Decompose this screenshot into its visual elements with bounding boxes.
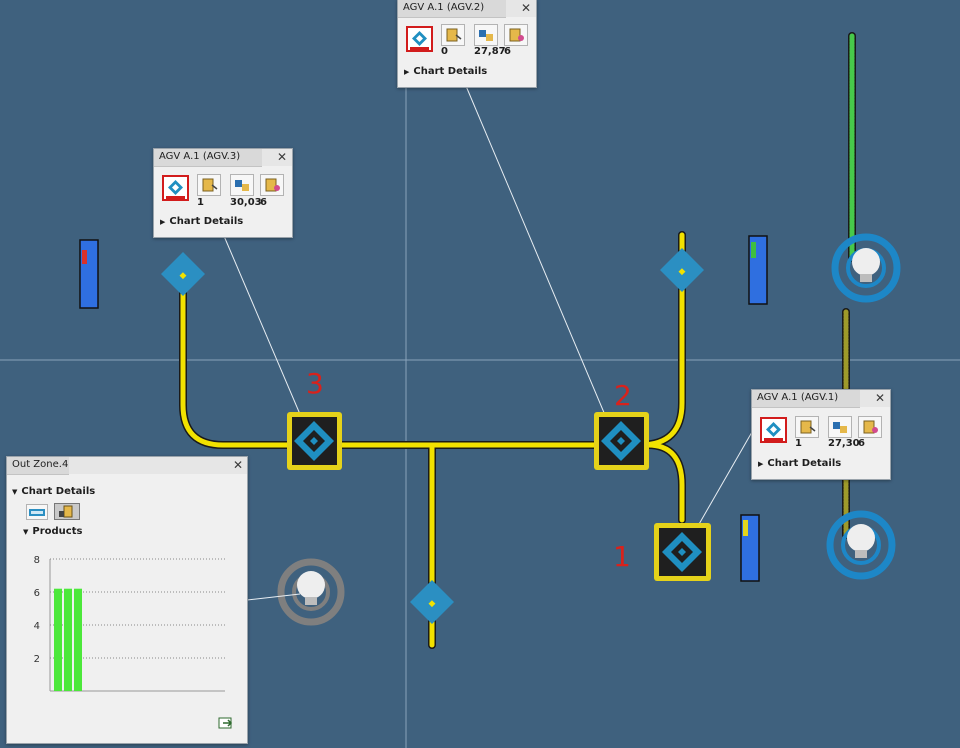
agv-state-icon[interactable] xyxy=(162,175,189,201)
loading-icon[interactable] xyxy=(197,174,221,196)
agv-vehicle-3[interactable] xyxy=(287,412,342,470)
station-right-top[interactable] xyxy=(748,235,768,305)
agv-speed-value: 30,03 xyxy=(230,197,262,208)
panel-tab[interactable]: Out Zone.4 xyxy=(7,457,69,475)
waypoint-diamond-left[interactable]: ◆ xyxy=(161,252,205,296)
transport-icon[interactable] xyxy=(230,174,254,196)
agv-speed-value: 27,87 xyxy=(474,46,506,57)
close-icon[interactable]: ✕ xyxy=(875,391,885,405)
chart-details-label: Chart Details xyxy=(169,216,244,227)
agv-speed-value: 27,30 xyxy=(828,438,860,449)
agv-info-panel-1[interactable]: AGV A.1 (AGV.1) ✕ 1 27,30 6 ▶ Chart Detai… xyxy=(751,389,891,480)
chart-details-label: Chart Details xyxy=(413,66,488,77)
panel-title: AGV A.1 (AGV.1) xyxy=(757,392,839,403)
unloading-icon[interactable] xyxy=(504,24,528,46)
svg-text:◆: ◆ xyxy=(429,599,436,609)
chart-details-toggle[interactable]: ▼ Chart Details xyxy=(12,486,95,497)
agv-status-value: 0 xyxy=(441,46,448,57)
chart-details-label: Chart Details xyxy=(21,486,96,497)
close-icon[interactable]: ✕ xyxy=(521,1,531,15)
close-icon[interactable]: ✕ xyxy=(277,150,287,164)
chart-details-label: Chart Details xyxy=(767,458,842,469)
agv-state-icon[interactable] xyxy=(406,26,433,52)
agv-status-value: 1 xyxy=(795,438,802,449)
agv-marker-label-1: 1 xyxy=(613,540,631,573)
chart-y-tick-label: 6 xyxy=(34,588,40,599)
chart-bar-1 xyxy=(54,588,62,691)
agv-vehicle-2[interactable] xyxy=(594,412,649,470)
leader-lines xyxy=(223,85,753,601)
lightbulb-out-zone[interactable] xyxy=(277,558,345,626)
out-zone-panel[interactable]: Out Zone.4 ✕ ▼ Chart Details ▼ Products 86… xyxy=(6,456,248,744)
chevron-right-icon: ▶ xyxy=(160,218,166,226)
waypoint-diamond-bottom[interactable]: ◆ xyxy=(410,580,454,624)
panel-title: Out Zone.4 xyxy=(12,459,69,470)
chart-y-tick-label: 4 xyxy=(34,621,40,632)
close-icon[interactable]: ✕ xyxy=(233,458,243,472)
export-icon[interactable] xyxy=(218,716,234,733)
agv-load-value: 6 xyxy=(858,438,865,449)
chevron-right-icon: ▶ xyxy=(404,68,410,76)
agv-info-panel-3[interactable]: AGV A.1 (AGV.3) ✕ 1 30,03 6 ▶ Chart Detai… xyxy=(153,148,293,238)
transport-icon[interactable] xyxy=(828,416,852,438)
agv-marker-label-2: 2 xyxy=(614,379,632,412)
loading-icon[interactable] xyxy=(441,24,465,46)
agv-status-value: 1 xyxy=(197,197,204,208)
agv-state-icon[interactable] xyxy=(760,417,787,443)
station-left[interactable] xyxy=(79,239,99,309)
transport-icon[interactable] xyxy=(474,24,498,46)
agv-vehicle-1[interactable] xyxy=(654,523,711,581)
product-view-icon[interactable] xyxy=(54,503,80,520)
chevron-down-icon: ▼ xyxy=(12,488,18,496)
chevron-down-icon: ▼ xyxy=(23,528,29,536)
svg-text:◆: ◆ xyxy=(679,267,686,277)
products-label: Products xyxy=(32,526,83,537)
agv-info-panel-2[interactable]: AGV A.1 (AGV.2) ✕ 0 27,87 6 ▶ Chart Detai… xyxy=(397,0,537,88)
chart-bar-3 xyxy=(74,588,82,691)
lightbulb-right-top[interactable] xyxy=(831,233,901,303)
agv-load-value: 6 xyxy=(260,197,267,208)
chart-details-toggle[interactable]: ▶ Chart Details xyxy=(160,216,243,227)
unloading-icon[interactable] xyxy=(260,174,284,196)
chart-y-tick-label: 8 xyxy=(34,555,40,566)
agv-load-value: 6 xyxy=(504,46,511,57)
panel-title: AGV A.1 (AGV.2) xyxy=(403,2,485,13)
waypoint-diamond-right[interactable]: ◆ xyxy=(660,248,704,292)
chart-type-icon[interactable] xyxy=(26,504,48,520)
lightbulb-right-bottom[interactable] xyxy=(826,510,896,580)
station-right-bottom[interactable] xyxy=(740,514,760,582)
products-bar-chart: 8 6 4 2 xyxy=(34,555,225,692)
panel-tab[interactable]: AGV A.1 (AGV.3) xyxy=(154,149,262,167)
products-toggle[interactable]: ▼ Products xyxy=(23,526,82,537)
chart-details-toggle[interactable]: ▶ Chart Details xyxy=(404,66,487,77)
panel-tab[interactable]: AGV A.1 (AGV.1) xyxy=(752,390,860,408)
panel-tab[interactable]: AGV A.1 (AGV.2) xyxy=(398,0,506,18)
loading-icon[interactable] xyxy=(795,416,819,438)
chevron-right-icon: ▶ xyxy=(758,460,764,468)
chart-y-tick-label: 2 xyxy=(34,654,40,665)
agv-marker-label-3: 3 xyxy=(306,367,324,400)
svg-text:◆: ◆ xyxy=(180,271,187,281)
unloading-icon[interactable] xyxy=(858,416,882,438)
chart-bar-2 xyxy=(64,588,72,691)
chart-details-toggle[interactable]: ▶ Chart Details xyxy=(758,458,841,469)
panel-title: AGV A.1 (AGV.3) xyxy=(159,151,241,162)
